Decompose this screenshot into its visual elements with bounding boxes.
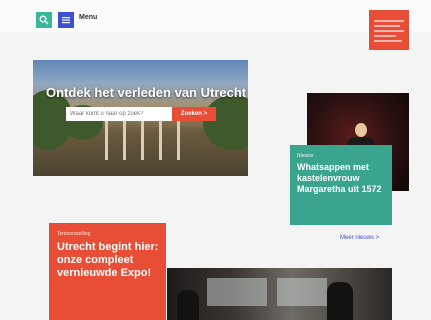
page: Menu Ontdek het verleden van Utrecht Zoe… [0, 0, 431, 320]
header: Menu [0, 0, 431, 32]
news-title[interactable]: Whatsappen met kastelenvrouw Margaretha … [297, 162, 389, 195]
site-logo[interactable] [369, 10, 409, 50]
exhibition-card[interactable]: Tentoonstelling Utrecht begint hier: onz… [49, 223, 166, 320]
menu-button[interactable] [58, 12, 74, 28]
hero-title: Ontdek het verleden van Utrecht [46, 85, 247, 100]
hamburger-icon [62, 17, 70, 24]
exhibition-photo[interactable] [167, 268, 392, 320]
news-tag: Nieuws [297, 153, 314, 159]
search-button[interactable] [36, 12, 52, 28]
search-icon [39, 15, 49, 25]
hero-search-button[interactable]: Zoeken > [172, 107, 216, 121]
exhibition-tag: Tentoonstelling [57, 231, 91, 237]
menu-label[interactable]: Menu [79, 14, 97, 21]
exhibition-title[interactable]: Utrecht begint hier: onze compleet verni… [57, 241, 161, 280]
hero-search-input[interactable] [66, 107, 178, 121]
news-card[interactable]: Nieuws Whatsappen met kastelenvrouw Marg… [290, 145, 392, 225]
more-news-link[interactable]: Meer nieuws > [340, 235, 379, 241]
